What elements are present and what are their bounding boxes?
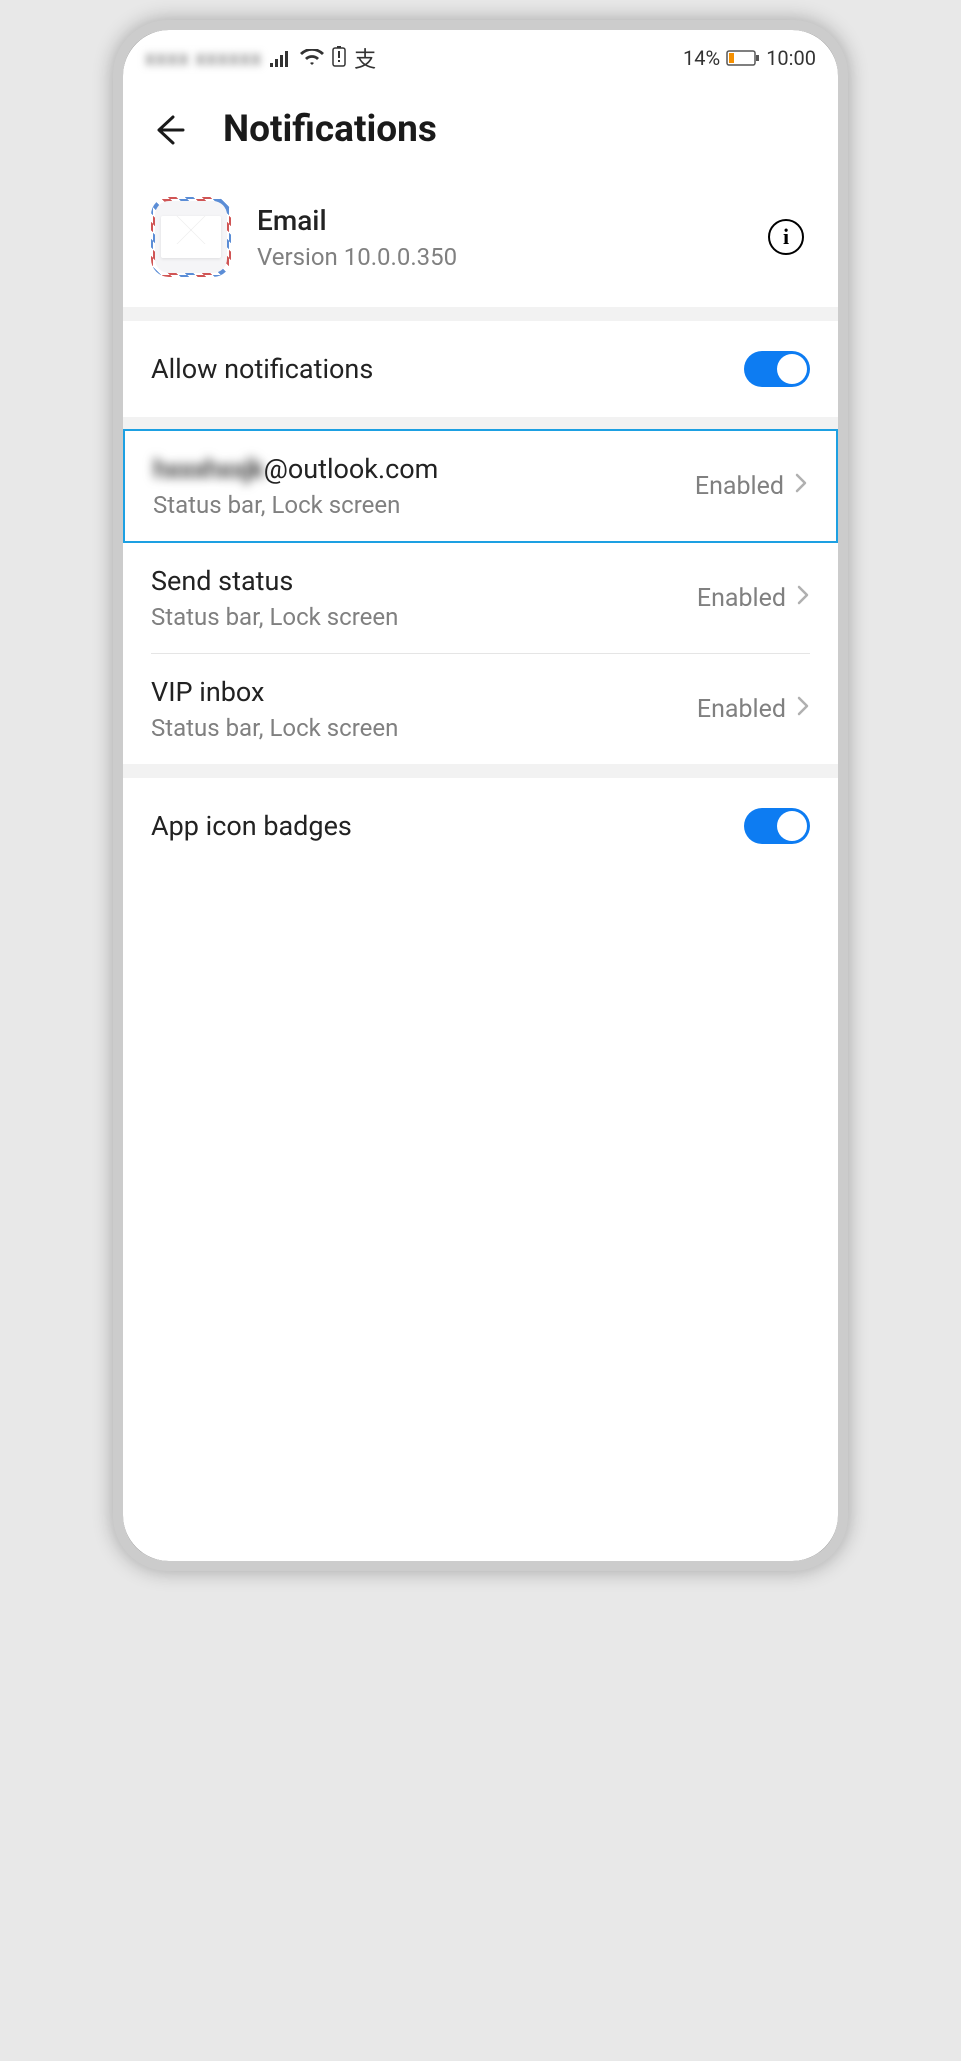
chevron-right-icon: [796, 583, 810, 613]
app-icon: [151, 197, 231, 277]
battery-alert-icon: [332, 45, 346, 72]
status-bar-right: 14% 10:00: [683, 46, 816, 70]
battery-icon: [726, 49, 760, 67]
app-details: Email Version 10.0.0.350: [257, 204, 742, 271]
status-bar: xxxx xxxxxx 支 14% 10:00: [123, 30, 838, 82]
channel-status: Enabled: [697, 584, 786, 613]
info-button[interactable]: i: [768, 219, 804, 255]
section-divider: [123, 307, 838, 321]
status-bar-left: xxxx xxxxxx 支: [145, 42, 376, 74]
clock: 10:00: [766, 46, 816, 70]
wifi-icon: [300, 49, 324, 67]
allow-notifications-label: Allow notifications: [151, 353, 373, 385]
chevron-right-icon: [794, 471, 808, 501]
allow-notifications-toggle[interactable]: [744, 351, 810, 387]
chevron-right-icon: [796, 694, 810, 724]
app-icon-badges-label: App icon badges: [151, 810, 352, 842]
channel-title: hxxxhxxjk@outlook.com: [153, 453, 695, 485]
app-icon-badges-toggle[interactable]: [744, 808, 810, 844]
channel-row-email-account[interactable]: hxxxhxxjk@outlook.com Status bar, Lock s…: [123, 429, 838, 543]
channel-title: VIP inbox: [151, 676, 697, 708]
signal-icon: [270, 49, 292, 67]
channel-status: Enabled: [695, 472, 784, 501]
channel-subtitle: Status bar, Lock screen: [153, 491, 695, 519]
app-icon-badges-row[interactable]: App icon badges: [123, 778, 838, 874]
app-name: Email: [257, 204, 742, 237]
page-title: Notifications: [223, 108, 437, 151]
section-divider: [123, 764, 838, 778]
channel-row-vip-inbox[interactable]: VIP inbox Status bar, Lock screen Enable…: [123, 654, 838, 764]
screen: xxxx xxxxxx 支 14% 10:00: [123, 30, 838, 1561]
app-version: Version 10.0.0.350: [257, 243, 742, 271]
battery-percentage: 14%: [683, 46, 720, 70]
carrier-label: xxxx xxxxxx: [145, 46, 262, 70]
envelope-icon: [161, 216, 221, 258]
channel-row-send-status[interactable]: Send status Status bar, Lock screen Enab…: [123, 543, 838, 653]
channel-title: Send status: [151, 565, 697, 597]
allow-notifications-row[interactable]: Allow notifications: [123, 321, 838, 417]
header: Notifications: [123, 82, 838, 187]
channel-status: Enabled: [697, 695, 786, 724]
app-info-row: Email Version 10.0.0.350 i: [123, 187, 838, 307]
pay-icon: 支: [354, 42, 376, 74]
channel-subtitle: Status bar, Lock screen: [151, 714, 697, 742]
channel-subtitle: Status bar, Lock screen: [151, 603, 697, 631]
back-button[interactable]: [147, 109, 189, 151]
device-frame: xxxx xxxxxx 支 14% 10:00: [113, 20, 848, 1571]
